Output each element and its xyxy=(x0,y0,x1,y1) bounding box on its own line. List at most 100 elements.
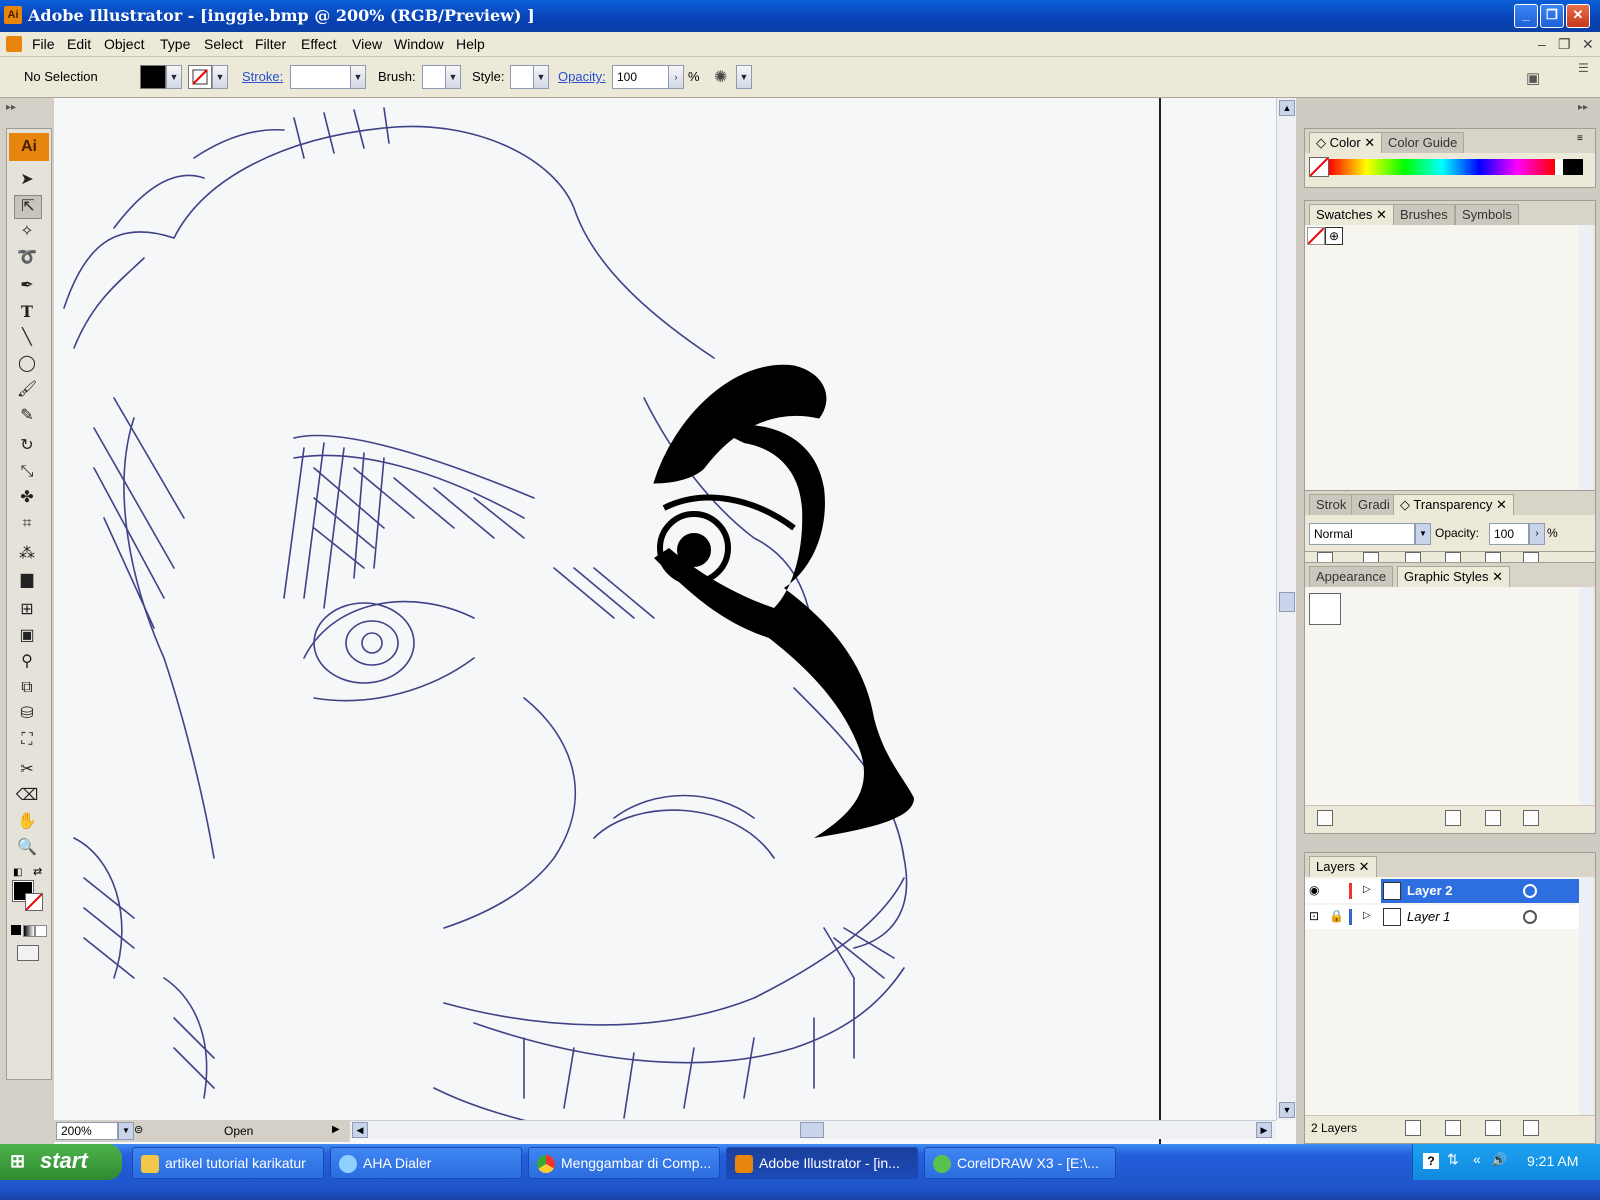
lock-icon[interactable]: 🔒 xyxy=(1329,909,1344,923)
target-icon[interactable] xyxy=(1523,884,1537,898)
doc-close-button[interactable]: ✕ xyxy=(1582,36,1594,53)
lasso-tool-icon[interactable]: ➰ xyxy=(14,247,40,269)
selection-tool-icon[interactable]: ➤ xyxy=(14,169,40,191)
zoom-tool-icon[interactable]: 🔍 xyxy=(14,837,40,859)
make-clipping-mask-icon[interactable] xyxy=(1405,1120,1421,1136)
blend-tool-icon[interactable]: ⧉ xyxy=(14,677,40,699)
eyedropper-tool-icon[interactable]: ⚲ xyxy=(14,651,40,673)
scroll-up-button[interactable]: ▲ xyxy=(1279,100,1295,116)
pen-tool-icon[interactable]: ✒ xyxy=(14,275,40,297)
live-paint-bucket-icon[interactable]: ⛁ xyxy=(14,703,40,725)
task-aha-dialer[interactable]: AHA Dialer xyxy=(330,1147,522,1179)
recolor-artwork-icon[interactable]: ✺ xyxy=(714,67,734,87)
visibility-eye-icon[interactable]: ◉ xyxy=(1309,883,1319,897)
black-swatch[interactable] xyxy=(1563,159,1583,175)
scroll-down-button[interactable]: ▼ xyxy=(1279,1102,1295,1118)
control-bar-menu-icon[interactable]: ☰ xyxy=(1578,61,1589,75)
white-swatch[interactable] xyxy=(1555,159,1563,175)
volume-icon[interactable]: 🔊 xyxy=(1491,1152,1507,1168)
target-icon[interactable] xyxy=(1523,910,1537,924)
status-menu-arrow[interactable]: ▶ xyxy=(332,1124,340,1135)
new-graphic-style-icon[interactable] xyxy=(1485,810,1501,826)
fill-dropdown[interactable]: ▼ xyxy=(166,65,182,89)
new-sublayer-icon[interactable] xyxy=(1445,1120,1461,1136)
minimize-button[interactable]: _ xyxy=(1514,4,1538,28)
task-illustrator[interactable]: Adobe Illustrator - [in... xyxy=(726,1147,918,1179)
symbol-sprayer-tool-icon[interactable]: ⁂ xyxy=(14,543,40,565)
menu-object[interactable]: Object xyxy=(104,36,144,52)
layer-row-layer-2[interactable]: ◉ ▷ Layer 2 xyxy=(1305,879,1579,903)
menu-select[interactable]: Select xyxy=(204,36,243,52)
zoom-dropdown[interactable]: ▼ xyxy=(118,1122,134,1140)
vertical-scroll-thumb[interactable] xyxy=(1279,592,1295,612)
menu-filter[interactable]: Filter xyxy=(255,36,286,52)
menu-help[interactable]: Help xyxy=(456,36,485,52)
direct-selection-tool-icon[interactable]: ⇱ xyxy=(14,195,42,219)
brush-field[interactable] xyxy=(422,65,446,89)
tray-expand-icon[interactable]: « xyxy=(1473,1151,1481,1167)
expand-layer-icon[interactable]: ▷ xyxy=(1363,884,1371,895)
stroke-color-dropdown[interactable]: ▼ xyxy=(212,65,228,89)
task-coreldraw[interactable]: CorelDRAW X3 - [E:\... xyxy=(924,1147,1116,1179)
collapse-tools-icon[interactable]: ▸▸ xyxy=(6,102,16,113)
transparency-opacity-field[interactable]: 100 xyxy=(1489,523,1529,545)
delete-layer-icon[interactable] xyxy=(1523,1120,1539,1136)
tab-symbols[interactable]: Symbols xyxy=(1455,204,1519,225)
blend-mode-dropdown[interactable]: ▼ xyxy=(1415,523,1431,545)
gradient-tool-icon[interactable]: ▣ xyxy=(14,625,40,647)
tab-brushes[interactable]: Brushes xyxy=(1393,204,1455,225)
pencil-tool-icon[interactable]: ✎ xyxy=(14,405,40,427)
registration-swatch-icon[interactable]: ⊕ xyxy=(1325,227,1343,245)
brush-dropdown[interactable]: ▼ xyxy=(445,65,461,89)
template-visibility-icon[interactable]: ⊡ xyxy=(1309,909,1319,923)
task-browser[interactable]: Menggambar di Comp... xyxy=(528,1147,720,1179)
stroke-weight-field[interactable] xyxy=(290,65,352,89)
help-icon[interactable]: ? xyxy=(1423,1153,1439,1169)
hand-tool-icon[interactable]: ✋ xyxy=(14,811,40,833)
document-icon[interactable] xyxy=(6,36,22,52)
break-link-icon[interactable] xyxy=(1445,810,1461,826)
version-cue-icon[interactable]: ⊜ xyxy=(134,1123,148,1137)
paintbrush-tool-icon[interactable]: 🖌 xyxy=(14,379,40,401)
delete-graphic-style-icon[interactable] xyxy=(1523,810,1539,826)
horizontal-scrollbar[interactable]: ◀ ▶ xyxy=(350,1120,1276,1139)
tab-color-guide[interactable]: Color Guide xyxy=(1381,132,1465,153)
network-icon[interactable]: ⇅ xyxy=(1447,1151,1459,1168)
opacity-label[interactable]: Opacity: xyxy=(558,69,606,84)
scale-tool-icon[interactable]: ⤡ xyxy=(14,461,40,483)
gradient-mode-button[interactable] xyxy=(23,925,35,937)
free-transform-tool-icon[interactable]: ⌗ xyxy=(14,513,40,535)
layer-name[interactable]: Layer 1 xyxy=(1407,909,1450,924)
scroll-right-button[interactable]: ▶ xyxy=(1256,1122,1272,1138)
mesh-tool-icon[interactable]: ⊞ xyxy=(14,599,40,621)
default-colors-icon[interactable]: ◧ xyxy=(13,867,22,878)
tab-stroke[interactable]: Strok xyxy=(1309,494,1354,515)
zoom-field[interactable]: 200% xyxy=(56,1122,118,1140)
illustrator-app-icon[interactable]: Ai xyxy=(4,6,22,24)
fill-swatch[interactable] xyxy=(140,65,166,89)
swap-colors-icon[interactable]: ⇄ xyxy=(33,865,42,878)
style-dropdown[interactable]: ▼ xyxy=(533,65,549,89)
opacity-field[interactable]: 100 xyxy=(612,65,670,89)
line-tool-icon[interactable]: ╲ xyxy=(14,327,40,349)
tab-color[interactable]: ◇ Color ✕ xyxy=(1309,132,1383,153)
horizontal-scroll-thumb[interactable] xyxy=(800,1122,824,1138)
stroke-swatch[interactable] xyxy=(188,65,212,89)
menu-window[interactable]: Window xyxy=(394,36,444,52)
style-field[interactable] xyxy=(510,65,534,89)
graph-tool-icon[interactable]: ▆ xyxy=(14,569,40,591)
new-layer-icon[interactable] xyxy=(1485,1120,1501,1136)
menu-file[interactable]: File xyxy=(32,36,55,52)
doc-restore-button[interactable]: ❐ xyxy=(1558,36,1571,53)
none-mode-button[interactable] xyxy=(35,925,47,937)
stroke-label[interactable]: Stroke: xyxy=(242,69,283,84)
graphic-styles-scrollbar[interactable] xyxy=(1579,587,1593,805)
menu-edit[interactable]: Edit xyxy=(67,36,91,52)
tab-gradient[interactable]: Gradi xyxy=(1351,494,1397,515)
close-button[interactable]: ✕ xyxy=(1566,4,1590,28)
recolor-dropdown[interactable]: ▼ xyxy=(736,65,752,89)
color-mode-button[interactable] xyxy=(11,925,21,935)
restore-button[interactable]: ❐ xyxy=(1540,4,1564,28)
task-artikel[interactable]: artikel tutorial karikatur xyxy=(132,1147,324,1179)
blend-mode-select[interactable]: Normal xyxy=(1309,523,1415,545)
